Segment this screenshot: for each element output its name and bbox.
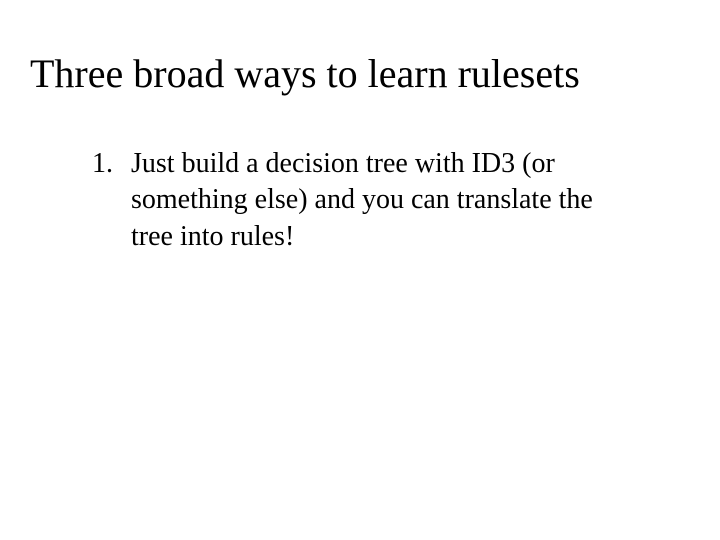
list-item: 1. Just build a decision tree with ID3 (… [92, 146, 690, 255]
numbered-list: 1. Just build a decision tree with ID3 (… [30, 146, 690, 255]
slide-title: Three broad ways to learn rulesets [30, 50, 690, 98]
slide: Three broad ways to learn rulesets 1. Ju… [0, 0, 720, 540]
list-marker: 1. [92, 146, 113, 182]
list-text: Just build a decision tree with ID3 (or … [131, 146, 690, 255]
